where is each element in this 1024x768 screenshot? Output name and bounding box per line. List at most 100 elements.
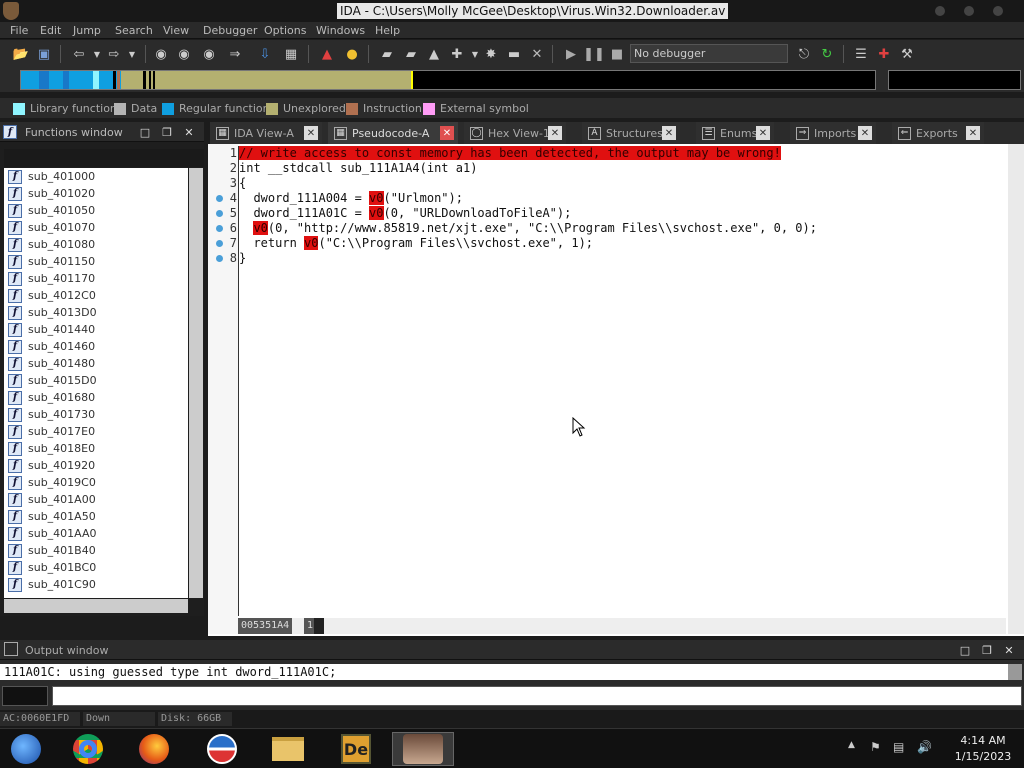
float-panel-icon[interactable]: ❐ [979,642,995,658]
code-line[interactable]: 8} [216,251,1006,266]
function-list-item[interactable]: f sub_401440 [4,321,188,338]
code-line[interactable]: 6 v0(0, "http://www.85819.net/xjt.exe", … [216,221,1006,236]
open-folder-icon[interactable]: 📂 [12,45,30,63]
menu-debugger[interactable]: Debugger [203,24,257,37]
chevron-down-icon[interactable]: ▼ [88,45,106,63]
breakpoint-dot-icon[interactable] [216,255,223,262]
function-list-item[interactable]: f sub_401A50 [4,508,188,525]
add-breakpoint-icon[interactable]: ✚ [875,45,893,63]
search-text-icon[interactable]: ◉ [175,45,193,63]
network-icon[interactable]: ▤ [893,740,904,754]
function-list-item[interactable]: f sub_401AA0 [4,525,188,542]
download-arrow-icon[interactable]: ⇩ [256,45,274,63]
close-tab-icon[interactable]: ✕ [548,126,562,140]
function-list-item[interactable]: f sub_401680 [4,389,188,406]
navigation-band[interactable] [20,70,876,90]
flag-icon[interactable]: ⚑ [870,740,881,754]
menu-jump[interactable]: Jump [73,24,101,37]
menu-view[interactable]: View [163,24,189,37]
tab-pseudocode-a[interactable]: ▦ Pseudocode-A ✕ [328,122,458,144]
function-list-item[interactable]: f sub_401050 [4,202,188,219]
function-list-item[interactable]: f sub_401080 [4,236,188,253]
function-list-item[interactable]: f sub_4013D0 [4,304,188,321]
make-code-icon[interactable]: ▰ [378,45,396,63]
tab-exports[interactable]: ⇐ Exports ✕ [892,122,984,144]
function-list-item[interactable]: f sub_4015D0 [4,372,188,389]
code-line[interactable]: 5 dword_111A01C = v0(0, "URLDownloadToFi… [216,206,1006,221]
code-line[interactable]: 1// write access to const memory has bee… [230,146,1006,161]
undefine-x-icon[interactable]: ✕ [528,45,546,63]
highlighted-identifier[interactable]: v0 [369,206,384,220]
function-list-item[interactable]: f sub_401170 [4,270,188,287]
tab-imports[interactable]: ⇒ Imports ✕ [790,122,876,144]
function-list-item[interactable]: f sub_4012C0 [4,287,188,304]
code-icon[interactable]: ⇒ [226,45,244,63]
function-list-item[interactable]: f sub_401460 [4,338,188,355]
function-list-item[interactable]: f sub_401B40 [4,542,188,559]
chevron-up-icon[interactable]: ▲ [848,740,855,750]
output-scrollbar[interactable] [1008,664,1022,680]
tab-enums[interactable]: ☰ Enums ✕ [696,122,774,144]
pause-icon[interactable]: ❚❚ [583,45,605,63]
functions-list[interactable]: f sub_401000 f sub_401020 f sub_401050 f sub_40… [4,168,188,598]
close-tab-icon[interactable]: ✕ [304,126,318,140]
make-array-icon[interactable]: ✚ [448,45,466,63]
tab-structures[interactable]: A Structures ✕ [582,122,680,144]
maximize-panel-icon[interactable]: □ [137,124,153,140]
minimize-button[interactable] [935,6,945,16]
float-panel-icon[interactable]: ❐ [159,124,175,140]
binoculars-icon[interactable]: ◉ [152,45,170,63]
search-binary-icon[interactable]: ◉ [200,45,218,63]
pseudocode-view[interactable]: 1// write access to const memory has bee… [208,144,1024,636]
functions-horizontal-scrollbar[interactable] [4,599,188,613]
function-list-item[interactable]: f sub_401480 [4,355,188,372]
command-language-button[interactable] [2,686,48,706]
maximize-button[interactable] [964,6,974,16]
debugger-select[interactable]: No debugger [630,44,788,63]
code-line[interactable]: 3{ [230,176,1006,191]
stop-icon[interactable]: ■ [608,45,626,63]
struct-icon[interactable]: ✸ [482,45,500,63]
function-list-item[interactable]: f sub_401730 [4,406,188,423]
close-tab-icon[interactable]: ✕ [440,126,454,140]
function-list-item[interactable]: f sub_401000 [4,168,188,185]
back-arrow-icon[interactable]: ⇦ [70,45,88,63]
taskbar-firefox[interactable] [128,732,180,766]
breakpoint-dot-icon[interactable] [216,210,223,217]
close-panel-icon[interactable]: ✕ [1001,642,1017,658]
play-icon[interactable]: ▶ [562,45,580,63]
functions-column-header[interactable] [4,149,204,167]
menu-windows[interactable]: Windows [316,24,365,37]
close-tab-icon[interactable]: ✕ [858,126,872,140]
tab-ida-view-a[interactable]: ▦ IDA View-A ✕ [210,122,322,144]
list-icon[interactable]: ☰ [852,45,870,63]
taskbar-explorer[interactable] [262,732,314,766]
lightbulb-icon[interactable]: ● [343,45,361,63]
close-tab-icon[interactable]: ✕ [662,126,676,140]
graph-icon[interactable]: ⎋ [795,45,813,63]
menu-file[interactable]: File [10,24,28,37]
highlighted-identifier[interactable]: v0 [369,191,384,205]
clock[interactable]: 4:14 AM 1/15/2023 [948,733,1018,765]
taskbar-ida[interactable] [392,732,454,766]
menu-options[interactable]: Options [264,24,306,37]
taskbar-app[interactable] [196,732,248,766]
command-input[interactable] [52,686,1022,706]
volume-icon[interactable]: 🔊 [917,740,932,754]
taskbar-detect-it-easy[interactable]: De [330,732,382,766]
function-list-item[interactable]: f sub_4018E0 [4,440,188,457]
erase-icon[interactable]: ▬ [505,45,523,63]
forward-arrow-icon[interactable]: ⇨ [105,45,123,63]
close-window-button[interactable] [993,6,1003,16]
chevron-down-icon[interactable]: ▼ [123,45,141,63]
menu-search[interactable]: Search [115,24,153,37]
tools-icon[interactable]: ⚒ [898,45,916,63]
function-list-item[interactable]: f sub_401020 [4,185,188,202]
refresh-icon[interactable]: ↻ [818,45,836,63]
function-list-item[interactable]: f sub_401C90 [4,576,188,593]
close-tab-icon[interactable]: ✕ [756,126,770,140]
make-string-icon[interactable]: ▲ [425,45,443,63]
function-list-item[interactable]: f sub_401150 [4,253,188,270]
functions-vertical-scrollbar[interactable] [189,168,203,598]
warning-icon[interactable]: ▲ [318,45,336,63]
